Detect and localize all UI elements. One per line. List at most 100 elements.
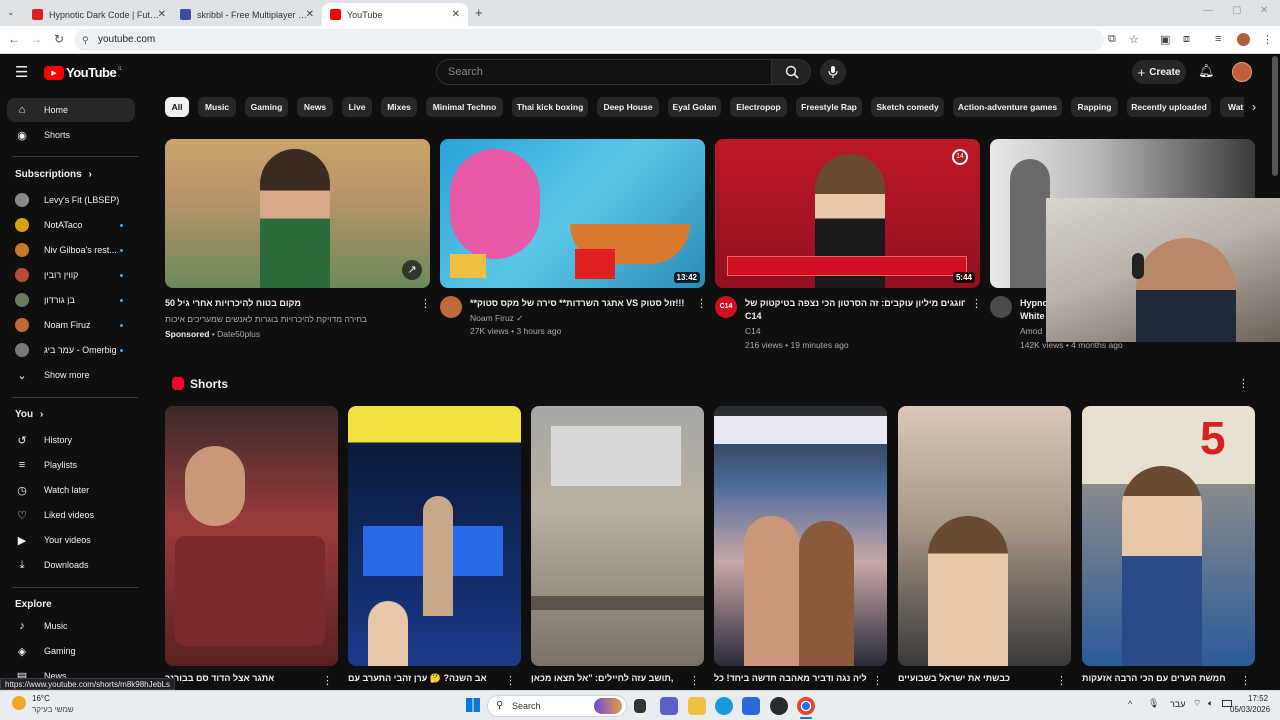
sidebar-item-subscription[interactable]: Levy's Fit (LBSEP) bbox=[7, 188, 135, 212]
sidebar-item-history[interactable]: ↺ History bbox=[7, 428, 135, 452]
sidebar-item-music[interactable]: ♪ Music bbox=[7, 614, 135, 638]
weather-icon[interactable] bbox=[12, 696, 26, 710]
tray-chevron-icon[interactable]: ^ bbox=[1128, 699, 1132, 709]
sidebar-item-your-videos[interactable]: ▶ Your videos bbox=[7, 528, 135, 552]
menu-hamburger-icon[interactable]: ☰ bbox=[15, 63, 28, 81]
reload-icon[interactable]: ↻ bbox=[51, 32, 67, 46]
minimize-icon[interactable]: — bbox=[1203, 5, 1213, 16]
chip[interactable]: Rapping bbox=[1071, 97, 1118, 117]
chip[interactable]: Sketch comedy bbox=[871, 97, 944, 117]
account-avatar[interactable] bbox=[1232, 62, 1252, 82]
sidebar-item-liked-videos[interactable]: ♡ Liked videos bbox=[7, 503, 135, 527]
volume-icon[interactable]: 🔈︎ bbox=[1208, 698, 1213, 709]
chip[interactable]: Gaming bbox=[245, 97, 288, 117]
wifi-icon[interactable]: ⌔ bbox=[1193, 698, 1201, 709]
forward-icon[interactable]: → bbox=[28, 32, 44, 46]
edge-icon[interactable] bbox=[715, 697, 733, 715]
you-heading[interactable]: You › bbox=[15, 409, 43, 420]
search-button[interactable] bbox=[771, 59, 811, 85]
short-title[interactable]: אתגר אצל הדוד סם בבורגר bbox=[165, 673, 320, 683]
site-info-icon[interactable]: ⚲ bbox=[82, 29, 89, 51]
channel-name[interactable]: Amod bbox=[1020, 325, 1042, 337]
short-title[interactable]: כבשתי את ישראל בשבועיים bbox=[898, 673, 1053, 683]
chrome-icon[interactable] bbox=[797, 697, 815, 715]
sidebar-item-downloads[interactable]: ⤓ Downloads bbox=[7, 553, 135, 577]
weather-temp[interactable]: 16°C bbox=[32, 694, 50, 703]
tab-skribbl[interactable]: skribbl - Free Multiplayer Draw ✕ bbox=[172, 3, 322, 26]
store-icon[interactable] bbox=[742, 697, 760, 715]
clock-time[interactable]: 17:52 bbox=[1248, 694, 1268, 703]
tab-hypnotic[interactable]: Hypnotic Dark Code | Futuristic ✕ bbox=[24, 3, 174, 26]
sidebar-item-subscription[interactable]: Noam Firuz bbox=[7, 313, 135, 337]
teams-icon[interactable] bbox=[660, 697, 678, 715]
chip-all[interactable]: All bbox=[165, 97, 189, 117]
media-icon[interactable]: ≡ bbox=[1215, 33, 1221, 45]
url-field[interactable]: ⚲ youtube.com bbox=[74, 29, 1104, 51]
channel-name[interactable]: C14 bbox=[745, 325, 761, 337]
chip[interactable]: News bbox=[297, 97, 333, 117]
more-options-icon[interactable]: ⋮ bbox=[1056, 674, 1067, 687]
maximize-icon[interactable]: ▢ bbox=[1232, 5, 1241, 16]
puzzle-icon[interactable]: ⧈ bbox=[1183, 33, 1190, 46]
chip[interactable]: Mixes bbox=[381, 97, 417, 117]
channel-avatar[interactable] bbox=[440, 296, 462, 318]
video-title[interactable]: חוגגים מיליון עוקבים: זה הסרטון הכי נצפה… bbox=[745, 297, 965, 309]
close-icon[interactable]: ✕ bbox=[158, 9, 166, 20]
sidebar-item-subscription[interactable]: Niv Gilboa's rest... bbox=[7, 238, 135, 262]
sidebar-item-subscription[interactable]: עמר ביג - Omerbig bbox=[7, 338, 135, 362]
sidebar-item-subscription[interactable]: בן גורדון bbox=[7, 288, 135, 312]
close-icon[interactable]: ✕ bbox=[306, 9, 314, 20]
new-tab-button[interactable]: + bbox=[475, 5, 483, 20]
microphone-tray-icon[interactable]: 🎙︎ bbox=[1148, 698, 1159, 709]
more-options-icon[interactable]: ⋮ bbox=[1238, 377, 1249, 390]
sidebar-item-subscription[interactable]: קווין רובין bbox=[7, 263, 135, 287]
more-options-icon[interactable]: ⋮ bbox=[420, 297, 431, 310]
channel-avatar[interactable]: C14 bbox=[715, 296, 737, 318]
sidebar-show-more[interactable]: ⌄ Show more bbox=[7, 363, 135, 387]
more-options-icon[interactable]: ⋮ bbox=[505, 674, 516, 687]
short-thumbnail[interactable] bbox=[348, 406, 521, 666]
create-button[interactable]: + Create bbox=[1132, 60, 1186, 84]
obs-icon[interactable] bbox=[770, 697, 788, 715]
video-thumbnail[interactable]: 13:42 bbox=[440, 139, 705, 288]
chip[interactable]: Action-adventure games bbox=[953, 97, 1062, 117]
chip[interactable]: Music bbox=[198, 97, 236, 117]
sidebar-item-subscription[interactable]: NotATaco bbox=[7, 213, 135, 237]
channel-name[interactable]: Noam Firuz ✓ bbox=[470, 312, 523, 324]
language-indicator[interactable]: עבר bbox=[1170, 699, 1185, 709]
more-options-icon[interactable]: ⋮ bbox=[971, 297, 982, 310]
short-title[interactable]: חמשת הערים עם הכי הרבה אזעקות bbox=[1082, 673, 1237, 683]
extension-icon[interactable]: ▣ bbox=[1160, 33, 1170, 46]
more-options-icon[interactable]: ⋮ bbox=[689, 674, 700, 687]
windows-start-icon[interactable] bbox=[466, 698, 480, 712]
video-title[interactable]: מקום בטוח להיכרויות אחרי גיל 50 bbox=[165, 297, 415, 309]
more-options-icon[interactable]: ⋮ bbox=[322, 674, 333, 687]
short-thumbnail[interactable]: 5 bbox=[1082, 406, 1255, 666]
short-thumbnail[interactable] bbox=[714, 406, 887, 666]
clock-date[interactable]: 05/03/2026 bbox=[1230, 705, 1270, 714]
sidebar-item-home[interactable]: ⌂ Home bbox=[7, 98, 135, 122]
search-input[interactable]: Search bbox=[436, 59, 772, 85]
short-title[interactable]: אב השנה? 🤔 ערן זהבי התערב עם bbox=[348, 673, 503, 684]
more-options-icon[interactable]: ⋮ bbox=[872, 674, 883, 687]
more-options-icon[interactable]: ⋮ bbox=[1240, 674, 1251, 687]
window-close-icon[interactable]: ✕ bbox=[1260, 5, 1268, 16]
video-title[interactable]: **אתגר השרדות** סירה של מקס סטוק VS זול … bbox=[470, 297, 690, 309]
chip[interactable]: Deep House bbox=[597, 97, 659, 117]
video-title-line2[interactable]: C14 bbox=[745, 310, 965, 322]
chip[interactable]: Recently uploaded bbox=[1127, 97, 1211, 117]
more-options-icon[interactable]: ⋮ bbox=[696, 297, 707, 310]
taskbar-search[interactable]: ⚲ Search bbox=[487, 695, 627, 717]
sidebar-item-shorts[interactable]: ◉ Shorts bbox=[7, 123, 135, 147]
bookmark-star-icon[interactable]: ☆ bbox=[1129, 33, 1139, 46]
voice-search-button[interactable] bbox=[820, 59, 846, 85]
short-thumbnail[interactable] bbox=[531, 406, 704, 666]
sidebar-item-playlists[interactable]: ≡ Playlists bbox=[7, 453, 135, 477]
tab-list-dropdown-icon[interactable]: ⌄ bbox=[7, 7, 15, 18]
short-thumbnail[interactable] bbox=[898, 406, 1071, 666]
chips-scroll-right-icon[interactable]: › bbox=[1244, 97, 1264, 117]
youtube-logo[interactable]: ▶ YouTube IL bbox=[44, 65, 122, 80]
chip[interactable]: Freestyle Rap bbox=[796, 97, 862, 117]
close-icon[interactable]: ✕ bbox=[452, 9, 460, 20]
file-explorer-icon[interactable] bbox=[688, 697, 706, 715]
